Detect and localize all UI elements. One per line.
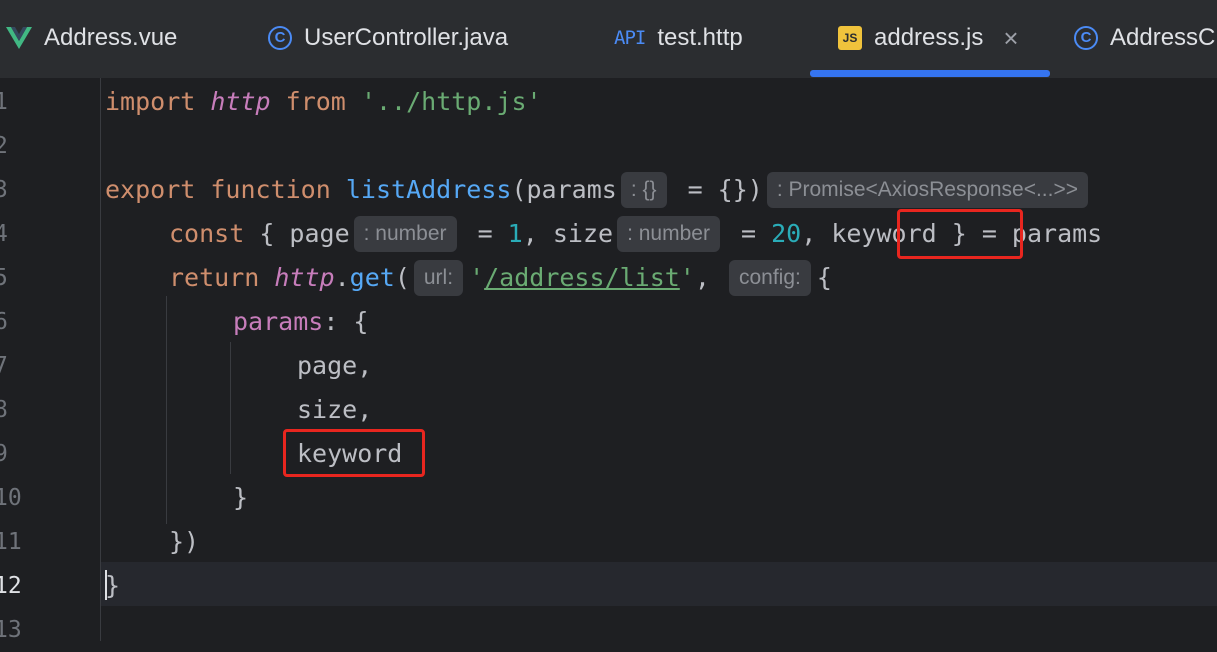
line-number: 6	[0, 309, 8, 335]
line-number: 2	[0, 133, 8, 159]
highlight-box-keyword-line4	[897, 209, 1023, 259]
number-literal: 1	[507, 219, 523, 248]
tab-label: AddressC	[1110, 24, 1216, 51]
identifier-http: http	[210, 87, 271, 116]
param-params: params	[526, 175, 617, 204]
code-line-1: import http from '../http.js'	[105, 80, 542, 124]
tab-label: test.http	[657, 24, 743, 51]
type-hint[interactable]: : number	[617, 216, 720, 252]
js-icon: JS	[838, 26, 862, 50]
line-number: 4	[0, 221, 8, 247]
function-name: listAddress	[345, 175, 512, 204]
line-number: 9	[0, 441, 8, 467]
quote: '	[679, 263, 695, 292]
brace: {	[244, 219, 290, 248]
tab-label: address.js	[874, 24, 984, 51]
code-line-12: }	[105, 571, 121, 600]
kw-function: function	[210, 175, 331, 204]
line-number: 8	[0, 397, 8, 423]
tab-label: UserController.java	[304, 24, 509, 51]
close-icon[interactable]: ×	[1003, 23, 1018, 54]
code-line-10: }	[233, 483, 249, 512]
kw-export: export	[105, 175, 196, 204]
tab-user-controller-java[interactable]: C UserController.java	[268, 0, 508, 76]
api-icon: API	[614, 27, 646, 49]
code-line-8: size,	[297, 395, 373, 424]
line-number: 5	[0, 265, 8, 291]
dot: .	[334, 263, 350, 292]
kw-return: return	[169, 263, 260, 292]
tab-address-vue[interactable]: Address.vue	[6, 0, 177, 76]
line-number: 10	[0, 485, 22, 511]
line-number: 1	[0, 89, 8, 115]
var-page: page	[289, 219, 350, 248]
number-literal: 20	[771, 219, 802, 248]
paren-open: (	[394, 263, 410, 292]
tab-address-js[interactable]: JS address.js ×	[838, 0, 1019, 76]
brace: {	[816, 263, 832, 292]
kw-from: from	[285, 87, 346, 116]
class-c-icon: C	[268, 26, 292, 50]
return-type-hint[interactable]: : Promise<AxiosResponse<...>>	[766, 172, 1088, 208]
string-import-path: '../http.js'	[360, 87, 542, 116]
kw-import: import	[105, 87, 196, 116]
prop-params: params	[233, 307, 324, 336]
param-hint-config[interactable]: config:	[728, 260, 811, 296]
comma: ,	[801, 219, 832, 248]
comma: ,	[694, 263, 725, 292]
type-hint[interactable]: : {}	[620, 172, 667, 208]
equals: =	[462, 219, 508, 248]
tab-label: Address.vue	[44, 24, 178, 51]
highlight-box-keyword-line9	[283, 429, 425, 477]
code-line-6: params : {	[233, 300, 368, 344]
line-number: 3	[0, 177, 8, 203]
line-number-current: 12	[0, 573, 22, 599]
url-string[interactable]: /address/list	[484, 256, 680, 300]
line-number: 11	[0, 529, 22, 555]
param-hint-url[interactable]: url:	[413, 260, 464, 296]
tab-test-http[interactable]: API test.http	[614, 0, 743, 76]
comma: ,	[522, 219, 553, 248]
line-number: 7	[0, 353, 8, 379]
active-tab-indicator	[810, 70, 1050, 77]
equals: =	[725, 219, 772, 248]
kw-const: const	[169, 219, 245, 248]
code-line-3: export function listAddress ( params : {…	[105, 168, 1094, 212]
line-number: 13	[0, 617, 22, 643]
editor-tab-bar: Address.vue C UserController.java API te…	[0, 0, 1217, 79]
line-number-gutter[interactable]: 1 2 3 4 5 6 7 8 9 10 11 12 13	[0, 78, 101, 643]
code-line-7: page,	[297, 351, 373, 380]
vue-icon	[6, 27, 32, 49]
paren-open: (	[511, 175, 527, 204]
code-editor[interactable]: 1 2 3 4 5 6 7 8 9 10 11 12 13 import htt…	[0, 78, 1217, 643]
text-caret	[105, 570, 107, 600]
code-area[interactable]: import http from '../http.js' export fun…	[105, 78, 1217, 641]
class-c-icon: C	[1074, 26, 1098, 50]
tab-address-controller[interactable]: C AddressC	[1074, 0, 1215, 76]
colon-brace: : {	[323, 307, 369, 336]
quote: '	[469, 263, 485, 292]
code-line-11: })	[169, 527, 200, 556]
type-hint[interactable]: : number	[353, 216, 457, 252]
method-get: get	[349, 263, 395, 292]
identifier-http: http	[274, 263, 335, 292]
param-default: = {})	[672, 175, 763, 204]
var-size: size	[552, 219, 614, 248]
code-line-5: return http . get ( url: ' /address/list…	[169, 256, 832, 300]
